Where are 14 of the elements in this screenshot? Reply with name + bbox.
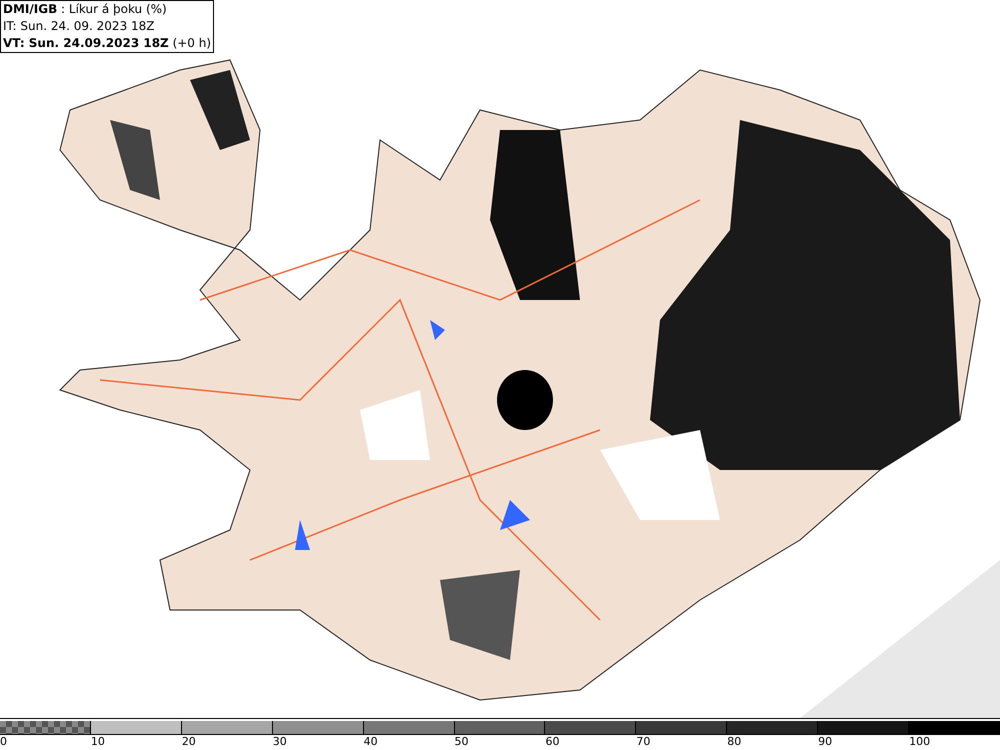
title-line: IT: Sun. 24. 09. 2023 18Z xyxy=(3,18,156,35)
legend-label: 80 xyxy=(727,735,742,749)
legend-label: 90 xyxy=(818,735,832,749)
legend-label: 30 xyxy=(272,735,287,749)
legend-label: 60 xyxy=(545,735,560,749)
legend-label: 40 xyxy=(364,735,378,749)
legend-label: 20 xyxy=(182,735,196,749)
title-line: DMI/IGB : Líkur á þoku (%) xyxy=(3,1,168,18)
title-line: VT: Sun. 24.09.2023 18Z (+0 h) xyxy=(3,35,212,52)
legend-label: 70 xyxy=(636,735,650,749)
legend-label: 10 xyxy=(90,735,105,749)
legend-label: 100 xyxy=(909,735,930,749)
legend-label: 0 xyxy=(0,735,7,749)
legend-label: 50 xyxy=(454,735,469,749)
